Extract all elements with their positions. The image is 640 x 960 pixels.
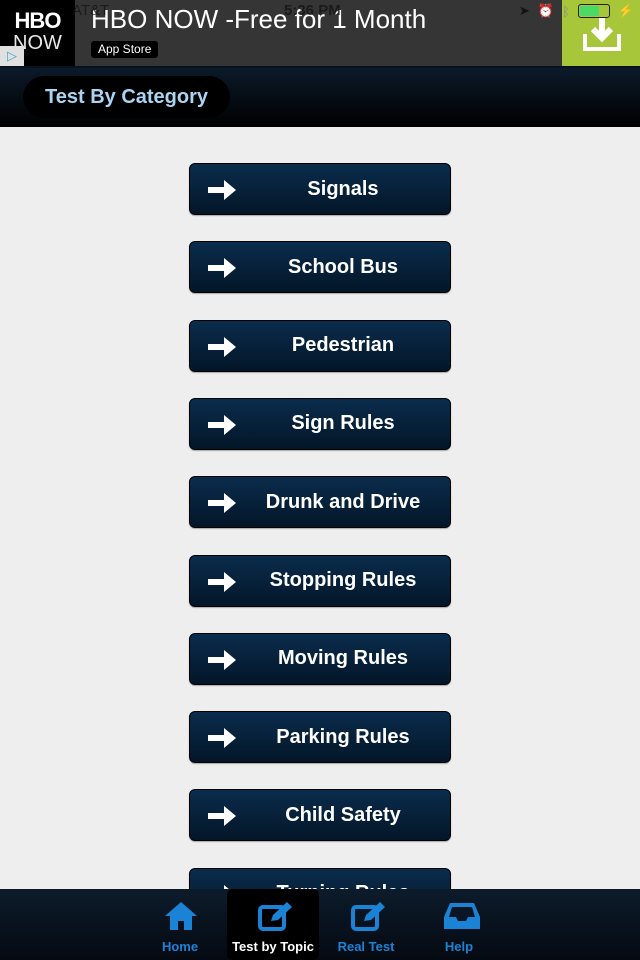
tab-real-test[interactable]: Real Test	[320, 889, 412, 960]
category-label: Child Safety	[285, 803, 401, 826]
category-list[interactable]: Signals School Bus Pedestrian Sign Rules Dru…	[0, 127, 640, 889]
category-button-parking-rules[interactable]: Parking Rules	[189, 711, 451, 764]
tab-home[interactable]: Home	[134, 889, 226, 960]
category-label: Signals	[307, 177, 379, 200]
category-label: School Bus	[287, 255, 398, 278]
category-label: Turning Rules	[236, 882, 450, 889]
download-icon	[583, 18, 621, 51]
tab-help[interactable]: Help	[413, 889, 505, 960]
download-button[interactable]	[562, 0, 640, 66]
arrow-right-icon	[208, 806, 236, 827]
arrow-right-icon	[208, 649, 236, 670]
category-button-sign-rules[interactable]: Sign Rules	[189, 397, 451, 450]
category-label: Parking Rules	[276, 725, 410, 748]
tab-test-by-topic[interactable]: Test by Topic	[227, 889, 319, 960]
arrow-right-icon	[208, 728, 236, 749]
arrow-right-icon	[208, 571, 236, 592]
category-button-pedestrian[interactable]: Pedestrian	[189, 319, 451, 372]
ad-banner[interactable]: HBO NOW ▷ HBO NOW -Free for 1 Month App …	[0, 0, 640, 66]
ad-title: HBO NOW -Free for 1 Month	[91, 4, 427, 34]
logo-line1: HBO	[14, 8, 62, 33]
category-button-moving-rules[interactable]: Moving Rules	[189, 632, 451, 685]
tab-label: Home	[161, 939, 199, 954]
category-label: Pedestrian	[291, 334, 395, 357]
category-label: Drunk and Drive	[265, 490, 421, 513]
category-button-signals[interactable]: Signals	[189, 163, 451, 215]
category-label: Sign Rules	[291, 412, 395, 435]
category-label: Stopping Rules	[269, 569, 417, 591]
category-button-school-bus[interactable]: School Bus	[189, 241, 451, 294]
arrow-right-icon	[208, 493, 236, 514]
adchoices-icon[interactable]: ▷	[0, 46, 24, 66]
arrow-right-icon	[208, 258, 236, 279]
category-button-child-safety[interactable]: Child Safety	[189, 789, 451, 842]
tab-label: Real Test	[337, 939, 395, 954]
category-button-stopping-rules[interactable]: Stopping Rules	[189, 554, 451, 607]
category-button-drunk-and-drive[interactable]: Drunk and Drive	[189, 476, 451, 529]
arrow-right-icon	[208, 414, 236, 435]
tab-label: Test by Topic	[232, 939, 314, 954]
category-button-turning-rules[interactable]: Turning Rules	[189, 867, 451, 889]
category-label: Moving Rules	[277, 647, 408, 670]
app-store-badge[interactable]: App Store	[91, 41, 159, 58]
tab-bar: Home Test by Topic Real Test Help	[0, 889, 640, 960]
tab-label: Help	[444, 939, 474, 954]
header: Test By Category	[0, 66, 640, 127]
arrow-right-icon	[208, 336, 236, 357]
app-store-label: App Store	[98, 42, 152, 56]
arrow-right-icon	[208, 180, 236, 200]
page-title: Test By Category	[23, 76, 231, 118]
